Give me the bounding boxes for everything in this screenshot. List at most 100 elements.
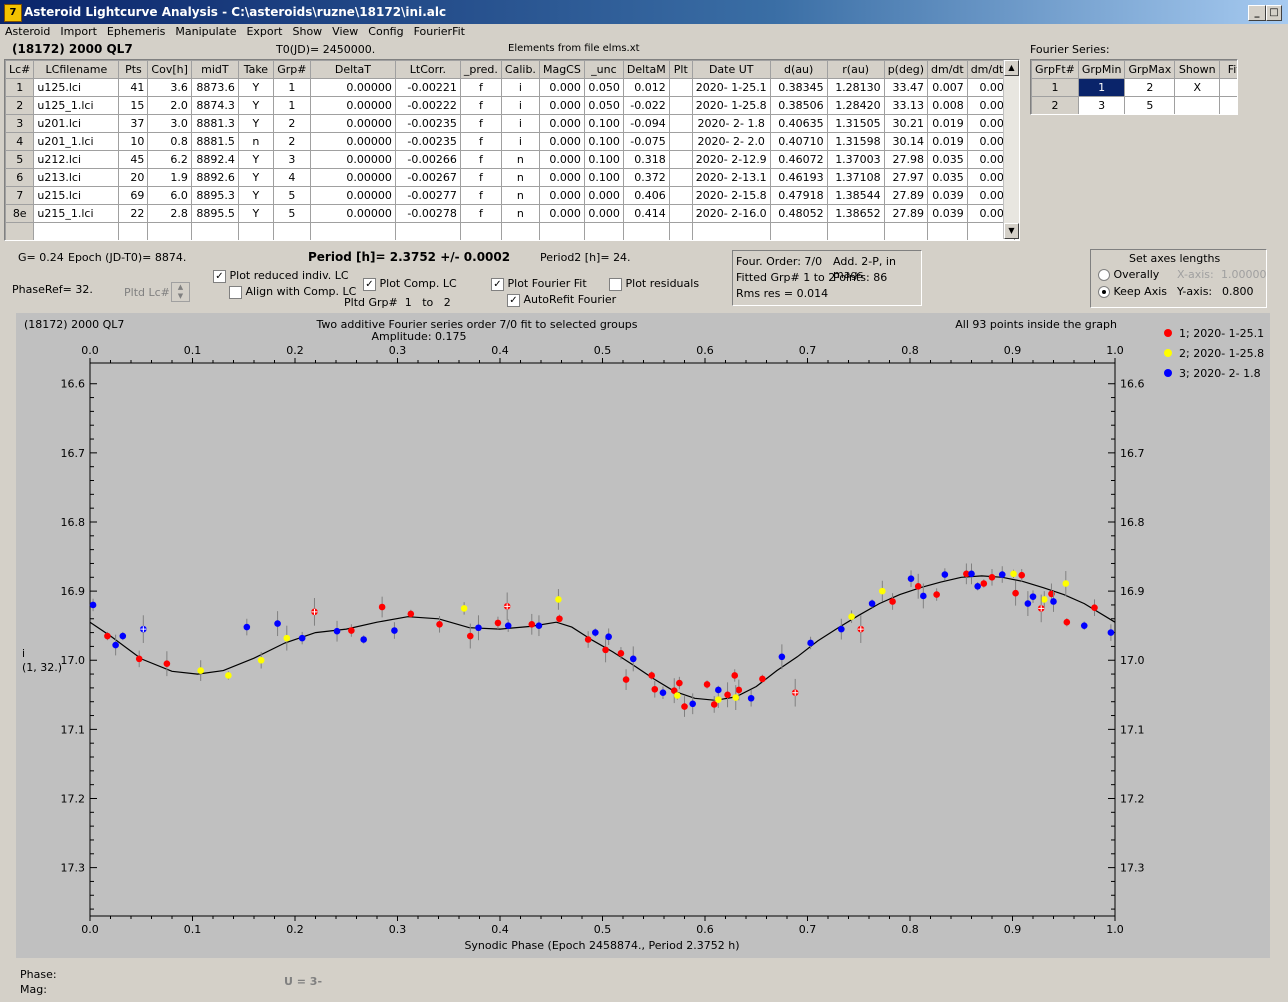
table-cell[interactable] (769, 222, 828, 240)
lc-col-header[interactable]: DeltaT (309, 60, 396, 79)
menu-view[interactable]: View (327, 24, 363, 40)
table-cell[interactable] (927, 222, 968, 240)
row-header[interactable]: 3 (5, 114, 35, 133)
table-cell[interactable]: 0.38506 (769, 96, 828, 115)
table-cell[interactable]: 0.000 (538, 150, 585, 169)
lc-col-header[interactable]: d(au) (769, 60, 828, 79)
checkbox-icon[interactable]: ✓ (491, 277, 504, 291)
table-cell[interactable]: 0.40710 (769, 132, 828, 151)
table-cell[interactable]: 1.37003 (826, 150, 885, 169)
row-header[interactable]: 1 (5, 78, 35, 97)
plot-comp-checkbox[interactable]: ✓ Plot Comp. LC (363, 277, 457, 291)
table-cell[interactable]: 0.00000 (309, 96, 396, 115)
lc-col-header[interactable]: LCfilename (33, 60, 120, 79)
table-cell[interactable] (668, 150, 693, 169)
table-cell[interactable]: 3 (272, 150, 311, 169)
table-cell[interactable]: 41 (118, 78, 149, 97)
table-cell[interactable]: 1.28130 (826, 78, 885, 97)
table-cell[interactable]: 8895.3 (190, 186, 239, 205)
table-cell[interactable]: u213.lci (33, 168, 120, 187)
table-cell[interactable]: 27.89 (883, 204, 929, 223)
lc-col-header[interactable]: Calib. (500, 60, 540, 79)
table-cell[interactable]: 0.372 (622, 168, 670, 187)
table-cell[interactable]: 2 (272, 114, 311, 133)
table-cell[interactable]: f (459, 150, 502, 169)
lc-col-header[interactable]: _pred. (459, 60, 502, 79)
table-cell[interactable]: u125_1.lci (33, 96, 120, 115)
align-comp-checkbox[interactable]: Align with Comp. LC (229, 285, 356, 299)
table-cell[interactable] (668, 78, 693, 97)
table-cell[interactable] (147, 222, 192, 240)
keep-axis-radio[interactable]: Keep Axis (1098, 285, 1167, 298)
table-cell[interactable]: n (500, 168, 540, 187)
menu-asteroid[interactable]: Asteroid (0, 24, 55, 40)
table-cell[interactable]: 6.0 (147, 186, 192, 205)
table-cell[interactable]: i (500, 96, 540, 115)
menu-show[interactable]: Show (287, 24, 327, 40)
table-cell[interactable]: 5 (272, 204, 311, 223)
table-cell[interactable]: 0.414 (622, 204, 670, 223)
menu-manipulate[interactable]: Manipulate (170, 24, 241, 40)
table-cell[interactable]: 37 (118, 114, 149, 133)
table-cell[interactable]: 1.31598 (826, 132, 885, 151)
table-cell[interactable]: 0.000 (583, 204, 624, 223)
table-cell[interactable]: 0.46072 (769, 150, 828, 169)
table-cell[interactable] (668, 114, 693, 133)
table-cell[interactable] (622, 222, 670, 240)
fourier-row[interactable]: 112XT (1031, 78, 1237, 97)
table-cell[interactable]: 0.48052 (769, 204, 828, 223)
table-cell[interactable]: -0.00277 (394, 186, 461, 205)
lc-col-header[interactable]: Take (237, 60, 274, 79)
table-row[interactable]: 5 u212.lci 45 6.2 8892.4 Y 3 0.00000 -0.00266 f n 0… (5, 150, 1019, 169)
table-cell[interactable]: 0.00000 (309, 168, 396, 187)
checkbox-icon[interactable]: ✓ (363, 277, 376, 291)
plot-reduced-checkbox[interactable]: ✓ Plot reduced indiv. LC (213, 269, 349, 283)
table-cell[interactable] (459, 222, 502, 240)
table-cell[interactable]: n (500, 204, 540, 223)
table-cell[interactable]: 0.000 (538, 168, 585, 187)
fourier-col-header[interactable]: GrpMin (1077, 60, 1126, 79)
checkbox-icon[interactable]: ✓ (213, 269, 226, 283)
row-header[interactable]: 6 (5, 168, 35, 187)
fourier-col-header[interactable]: Fitted (1219, 60, 1237, 79)
table-cell[interactable] (190, 222, 239, 240)
table-cell[interactable] (394, 222, 461, 240)
table-cell[interactable]: -0.075 (622, 132, 670, 151)
table-cell[interactable]: n (500, 150, 540, 169)
minimize-button[interactable]: _ (1248, 5, 1266, 21)
table-cell[interactable]: u201.lci (33, 114, 120, 133)
plot-fourier-checkbox[interactable]: ✓ Plot Fourier Fit (491, 277, 587, 291)
table-cell[interactable]: 6.2 (147, 150, 192, 169)
table-cell[interactable]: -0.00235 (394, 132, 461, 151)
checkbox-icon[interactable] (609, 277, 622, 291)
table-cell[interactable]: 1.28420 (826, 96, 885, 115)
table-row[interactable]: 3 u201.lci 37 3.0 8881.3 Y 2 0.00000 -0.00235 f i 0… (5, 114, 1019, 133)
table-cell[interactable]: 0.012 (622, 78, 670, 97)
table-cell[interactable] (668, 168, 693, 187)
table-cell[interactable] (500, 222, 540, 240)
table-row[interactable]: 7 u215.lci 69 6.0 8895.3 Y 5 0.00000 -0.00277 f n 0… (5, 186, 1019, 205)
table-row[interactable]: 1 u125.lci 41 3.6 8873.6 Y 1 0.00000 -0.00221 f i 0… (5, 78, 1019, 97)
table-cell[interactable]: 22 (118, 204, 149, 223)
table-cell[interactable]: 1.31505 (826, 114, 885, 133)
table-cell[interactable] (826, 222, 885, 240)
table-cell[interactable]: 0.035 (927, 168, 968, 187)
lc-col-header[interactable]: Plt (668, 60, 693, 79)
table-cell[interactable]: Y (237, 204, 274, 223)
table-cell[interactable]: 1.9 (147, 168, 192, 187)
lc-col-header[interactable]: p(deg) (883, 60, 929, 79)
table-cell[interactable] (272, 222, 311, 240)
table-cell[interactable]: 1.38544 (826, 186, 885, 205)
table-cell[interactable]: -0.00221 (394, 78, 461, 97)
table-cell[interactable]: 3.0 (147, 114, 192, 133)
table-cell[interactable]: 30.14 (883, 132, 929, 151)
table-row[interactable]: 8e u215_1.lci 22 2.8 8895.5 Y 5 0.00000 -0.00278… (5, 204, 1019, 223)
table-cell[interactable]: 0.008 (927, 96, 968, 115)
row-header[interactable]: 7 (5, 186, 35, 205)
table-cell[interactable]: u215.lci (33, 186, 120, 205)
table-cell[interactable] (691, 222, 771, 240)
table-cell[interactable]: f (459, 96, 502, 115)
table-cell[interactable]: 0.318 (622, 150, 670, 169)
table-cell[interactable]: 2020- 2-16.0 (691, 204, 771, 223)
table-cell[interactable]: -0.00266 (394, 150, 461, 169)
